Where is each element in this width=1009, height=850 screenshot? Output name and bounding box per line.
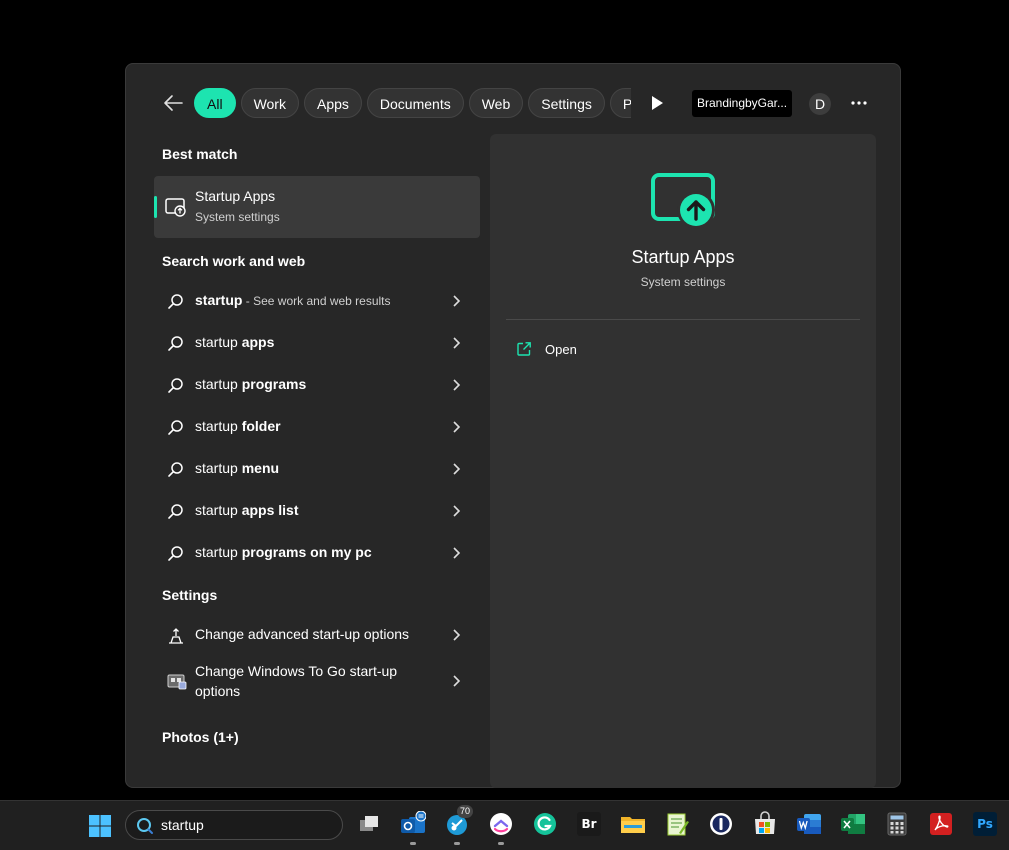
web-result-label: startup programs — [195, 376, 307, 392]
web-result-row[interactable]: startup menu — [154, 449, 480, 489]
filter-chip-all[interactable]: All — [194, 88, 236, 118]
chevron-right-icon — [451, 546, 461, 560]
search-icon — [167, 335, 185, 353]
filter-chip-settings[interactable]: Settings — [528, 88, 605, 118]
advanced-startup-icon — [167, 627, 185, 645]
clickup-icon[interactable] — [488, 811, 514, 845]
running-indicator — [498, 842, 504, 845]
best-match-title: Startup Apps — [195, 188, 276, 204]
open-external-icon — [516, 341, 532, 357]
filter-chip-people[interactable]: Peop — [609, 88, 631, 118]
outlook-icon[interactable] — [400, 810, 427, 845]
web-result-row[interactable]: startup programs — [154, 365, 480, 405]
file-explorer-icon[interactable] — [620, 811, 646, 837]
chevron-right-icon — [451, 628, 461, 642]
settings-result-row[interactable]: Change Windows To Go start-up options — [154, 657, 480, 705]
open-label: Open — [545, 342, 577, 357]
search-icon — [136, 817, 154, 835]
startup-apps-icon — [650, 172, 718, 230]
back-arrow-icon[interactable] — [162, 92, 186, 114]
bridge-icon[interactable]: Br — [576, 811, 602, 837]
running-indicator — [454, 842, 460, 845]
divider — [506, 319, 860, 320]
web-result-row[interactable]: startup apps — [154, 323, 480, 363]
filter-chips: AllWorkAppsDocumentsWebSettingsPeop — [194, 88, 631, 122]
windows-to-go-icon — [167, 672, 187, 690]
web-result-row[interactable]: startup apps list — [154, 491, 480, 531]
filter-bar: AllWorkAppsDocumentsWebSettingsPeop Bran… — [126, 86, 902, 120]
1password-icon[interactable] — [708, 811, 734, 837]
chevron-right-icon — [451, 504, 461, 518]
running-indicator — [410, 842, 416, 845]
web-result-row[interactable]: startup programs on my pc — [154, 533, 480, 573]
taskbar: startup 70 Br Ps — [0, 800, 1009, 850]
windows-start-icon[interactable] — [88, 814, 112, 838]
word-icon[interactable] — [796, 811, 822, 837]
taskbar-search-box[interactable]: startup — [125, 810, 343, 840]
notepad-plus-icon[interactable] — [664, 811, 690, 837]
web-result-row[interactable]: startup - See work and web results — [154, 281, 480, 321]
chevron-right-icon — [451, 674, 461, 688]
selection-indicator — [154, 196, 157, 218]
photos-heading[interactable]: Photos (1+) — [162, 729, 239, 745]
search-icon — [167, 377, 185, 395]
search-icon — [167, 419, 185, 437]
web-result-label: startup folder — [195, 418, 281, 434]
more-options-icon[interactable] — [848, 92, 870, 114]
web-result-label: startup apps — [195, 334, 275, 350]
chevron-right-icon — [451, 462, 461, 476]
teams-app-icon[interactable]: 70 — [444, 805, 473, 845]
preview-title: Startup Apps — [631, 247, 735, 267]
settings-result-label: Change Windows To Go start-up options — [195, 663, 398, 699]
excel-icon[interactable] — [840, 811, 866, 837]
web-result-row[interactable]: startup folder — [154, 407, 480, 447]
filter-chip-work[interactable]: Work — [240, 88, 299, 118]
startup-apps-icon — [165, 197, 187, 217]
notification-badge: 70 — [457, 805, 473, 818]
preview-pane: Startup Apps System settings Open — [490, 134, 876, 788]
chevron-right-icon — [451, 378, 461, 392]
chevron-right-icon — [451, 420, 461, 434]
search-icon — [167, 503, 185, 521]
acrobat-icon[interactable] — [928, 811, 954, 837]
best-match-subtitle: System settings — [195, 210, 280, 224]
filter-chip-web[interactable]: Web — [468, 88, 524, 118]
task-view-icon[interactable] — [356, 811, 382, 837]
chevron-right-icon — [451, 294, 461, 308]
web-result-label: startup menu — [195, 460, 280, 476]
search-icon — [167, 545, 185, 563]
open-action[interactable]: Open — [506, 332, 860, 366]
avatar[interactable]: D — [809, 93, 831, 115]
best-match-item[interactable]: Startup Apps System settings — [154, 176, 480, 238]
preview-subtitle: System settings — [640, 275, 726, 289]
calculator-icon[interactable] — [884, 811, 910, 837]
play-icon[interactable] — [650, 95, 664, 111]
settings-result-row[interactable]: Change advanced start-up options — [154, 615, 480, 655]
settings-result-label: Change advanced start-up options — [195, 626, 410, 642]
search-web-heading: Search work and web — [162, 253, 306, 269]
settings-heading: Settings — [162, 587, 218, 603]
account-label[interactable]: BrandingbyGar... — [692, 90, 792, 117]
taskbar-search-input[interactable]: startup — [161, 817, 204, 833]
web-result-label: startup apps list — [195, 502, 299, 518]
search-icon — [167, 461, 185, 479]
microsoft-store-icon[interactable] — [752, 811, 778, 837]
chevron-right-icon — [451, 336, 461, 350]
filter-chip-documents[interactable]: Documents — [366, 88, 464, 118]
search-panel: AllWorkAppsDocumentsWebSettingsPeop Bran… — [125, 63, 901, 788]
filter-chip-apps[interactable]: Apps — [303, 88, 362, 118]
web-result-label: startup - See work and web results — [195, 292, 391, 308]
search-icon — [167, 293, 185, 311]
grammarly-icon[interactable] — [532, 811, 558, 837]
best-match-heading: Best match — [162, 146, 238, 162]
photoshop-icon[interactable]: Ps — [972, 811, 998, 837]
web-result-label: startup programs on my pc — [195, 544, 372, 560]
